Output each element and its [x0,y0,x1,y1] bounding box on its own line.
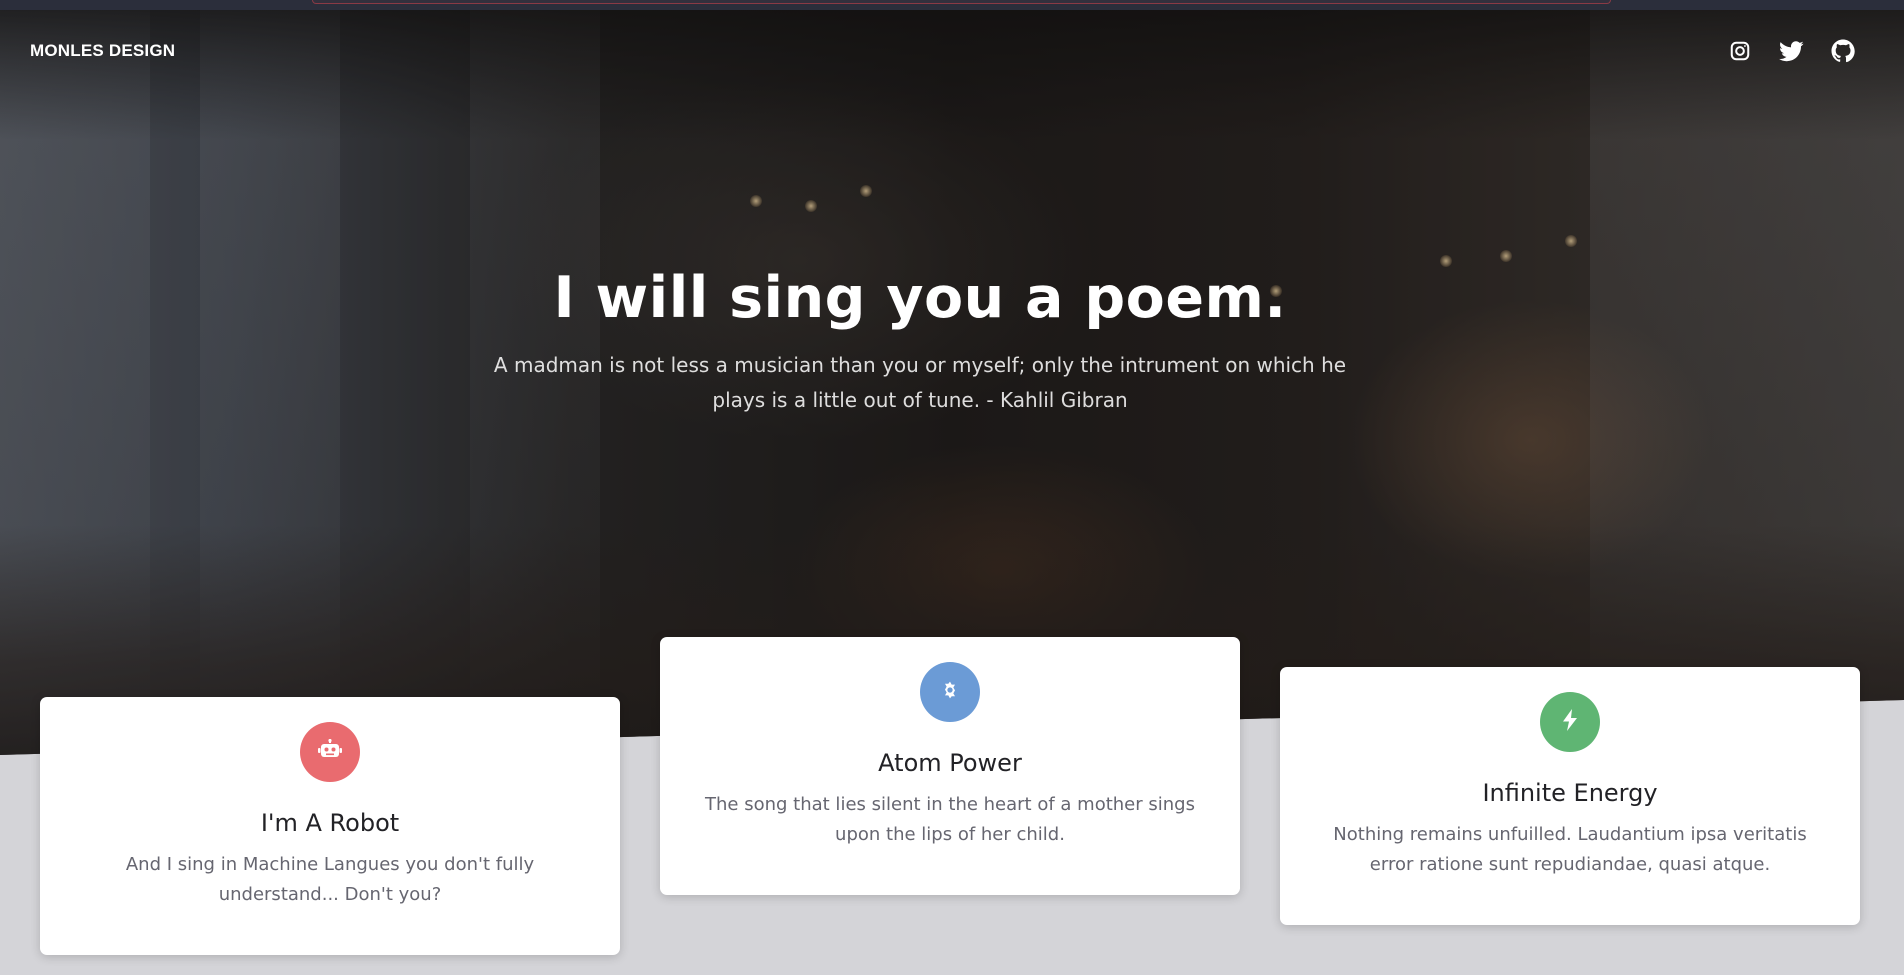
card-title: Atom Power [878,749,1022,777]
atom-icon-badge [920,662,980,722]
feature-card-atom: Atom Power The song that lies silent in … [660,637,1240,895]
github-link[interactable] [1831,39,1855,67]
card-title: I'm A Robot [260,809,400,837]
browser-top-strip [0,0,1904,10]
feature-card-robot: I'm A Robot And I sing in Machine Langue… [40,697,620,955]
hero-subtitle: A madman is not less a musician than you… [493,353,1347,412]
instagram-link[interactable] [1728,41,1752,65]
twitter-link[interactable] [1778,40,1804,66]
twitter-icon [1778,40,1804,66]
address-bar-edge[interactable] [312,0,1611,4]
card-title: Infinite Energy [1482,779,1658,807]
bolt-icon-badge [1540,692,1600,752]
card-description: Nothing remains unfuilled. Laudantium ip… [1333,824,1807,875]
hero-title: I will sing you a poem. [553,265,1287,331]
top-nav: MONLES DESIGN [0,10,1904,94]
robot-icon-badge [300,722,360,782]
github-icon [1831,39,1855,67]
robot-icon [318,738,342,765]
brand-logo-link[interactable]: MONLES DESIGN [30,41,175,61]
instagram-icon [1729,40,1751,66]
bolt-icon [1562,709,1578,735]
feature-card-energy: Infinite Energy Nothing remains unfuille… [1280,667,1860,925]
card-description: The song that lies silent in the heart o… [705,794,1195,845]
atom-icon [940,680,960,704]
card-description: And I sing in Machine Langues you don't … [125,854,535,905]
